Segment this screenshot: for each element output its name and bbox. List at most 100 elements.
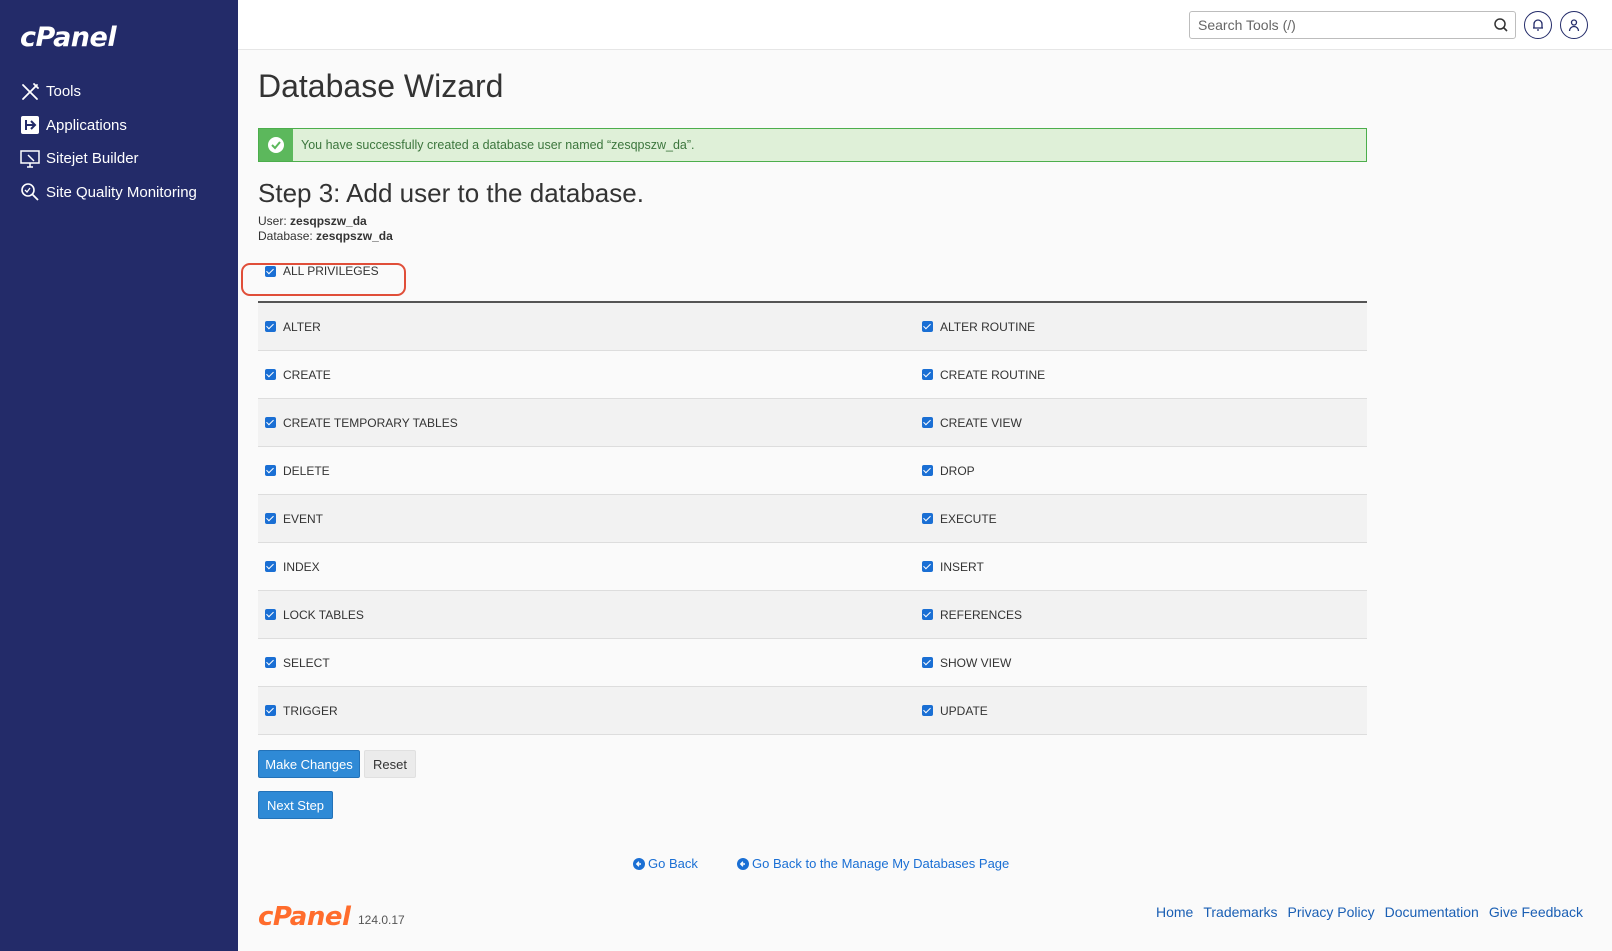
sitejet-icon — [19, 148, 41, 170]
privilege-option[interactable]: LOCK TABLES — [258, 608, 922, 622]
all-privileges-label: ALL PRIVILEGES — [283, 264, 379, 278]
sidebar-item-site-quality[interactable]: Site Quality Monitoring — [0, 176, 238, 210]
next-step-button[interactable]: Next Step — [258, 791, 333, 819]
privilege-label: SELECT — [283, 655, 330, 670]
privilege-row: INDEX INSERT — [258, 543, 1367, 591]
privilege-option[interactable]: REFERENCES — [922, 608, 1022, 622]
privilege-checkbox[interactable] — [265, 369, 276, 380]
search-icon[interactable] — [1493, 17, 1509, 33]
user-account-icon[interactable] — [1560, 11, 1588, 39]
privilege-row: EVENT EXECUTE — [258, 495, 1367, 543]
sidebar-item-sitejet[interactable]: Sitejet Builder — [0, 142, 238, 176]
privilege-option[interactable]: CREATE VIEW — [922, 416, 1022, 430]
success-alert: You have successfully created a database… — [258, 128, 1367, 162]
privilege-checkbox[interactable] — [265, 417, 276, 428]
sidebar-nav: Tools Applications Sitejet Builder Site … — [0, 75, 238, 209]
privilege-checkbox[interactable] — [265, 321, 276, 332]
privilege-option[interactable]: ALTER ROUTINE — [922, 320, 1035, 334]
database-value: zesqpszw_da — [316, 229, 393, 243]
privilege-checkbox[interactable] — [922, 417, 933, 428]
sidebar: cPanel Tools Applications Sitejet Builde… — [0, 0, 238, 951]
go-back-label: Go Back — [648, 856, 698, 871]
privilege-checkbox[interactable] — [265, 561, 276, 572]
privilege-label: CREATE TEMPORARY TABLES — [283, 415, 458, 430]
footer-link-documentation[interactable]: Documentation — [1385, 904, 1479, 920]
privilege-label: EXECUTE — [940, 511, 997, 526]
privilege-checkbox[interactable] — [922, 705, 933, 716]
privilege-checkbox[interactable] — [265, 465, 276, 476]
privilege-label: DELETE — [283, 463, 330, 478]
search-input[interactable] — [1190, 12, 1480, 38]
privilege-checkbox[interactable] — [265, 513, 276, 524]
privilege-option[interactable]: TRIGGER — [258, 704, 922, 718]
reset-button[interactable]: Reset — [364, 750, 416, 778]
privilege-option[interactable]: SHOW VIEW — [922, 656, 1011, 670]
sidebar-item-label: Site Quality Monitoring — [46, 183, 197, 201]
privilege-option[interactable]: DROP — [922, 464, 975, 478]
footer-link-home[interactable]: Home — [1156, 904, 1193, 920]
privilege-checkbox[interactable] — [922, 609, 933, 620]
sidebar-item-label: Tools — [46, 83, 82, 101]
footer-link-trademarks[interactable]: Trademarks — [1203, 904, 1277, 920]
privilege-checkbox[interactable] — [265, 705, 276, 716]
privilege-label: INSERT — [940, 559, 984, 574]
database-label: Database: — [258, 229, 313, 243]
notifications-bell-icon[interactable] — [1524, 11, 1552, 39]
make-changes-button[interactable]: Make Changes — [258, 750, 360, 778]
all-privileges-checkbox[interactable] — [265, 265, 276, 277]
go-back-manage-link[interactable]: Go Back to the Manage My Databases Page — [737, 856, 1009, 871]
privilege-option[interactable]: CREATE ROUTINE — [922, 368, 1045, 382]
privilege-option[interactable]: EVENT — [258, 512, 922, 526]
sidebar-item-label: Applications — [46, 116, 127, 134]
applications-icon — [19, 114, 41, 136]
privilege-row: ALTER ALTER ROUTINE — [258, 303, 1367, 351]
user-label: User: — [258, 214, 287, 228]
footer-link-feedback[interactable]: Give Feedback — [1489, 904, 1583, 920]
privilege-option[interactable]: CREATE TEMPORARY TABLES — [258, 416, 922, 430]
privilege-option[interactable]: UPDATE — [922, 704, 988, 718]
check-circle-icon — [259, 129, 293, 161]
cpanel-logo[interactable]: cPanel — [20, 22, 117, 53]
privilege-label: REFERENCES — [940, 607, 1023, 622]
sidebar-item-tools[interactable]: Tools — [0, 75, 238, 109]
version-label: 124.0.17 — [358, 913, 405, 927]
privilege-checkbox[interactable] — [922, 369, 933, 380]
privilege-label: CREATE ROUTINE — [940, 367, 1046, 382]
privilege-option[interactable]: INDEX — [258, 560, 922, 574]
all-privileges-option[interactable]: ALL PRIVILEGES — [258, 262, 379, 280]
privilege-label: DROP — [940, 463, 975, 478]
privilege-option[interactable]: ALTER — [258, 320, 922, 334]
privilege-checkbox[interactable] — [922, 561, 933, 572]
privilege-checkbox[interactable] — [265, 657, 276, 668]
privilege-option[interactable]: EXECUTE — [922, 512, 997, 526]
privilege-checkbox[interactable] — [922, 321, 933, 332]
privileges-grid: ALTER ALTER ROUTINE CREATE CREATE ROUTINE CR… — [258, 303, 1367, 735]
privilege-checkbox[interactable] — [922, 513, 933, 524]
privilege-option[interactable]: INSERT — [922, 560, 984, 574]
go-back-link[interactable]: Go Back — [633, 856, 698, 871]
privilege-checkbox[interactable] — [265, 609, 276, 620]
footer-link-privacy[interactable]: Privacy Policy — [1288, 904, 1375, 920]
privilege-label: ALTER ROUTINE — [940, 319, 1036, 334]
arrow-left-circle-icon — [737, 857, 749, 870]
privilege-label: EVENT — [283, 511, 324, 526]
user-value: zesqpszw_da — [290, 214, 367, 228]
privilege-row: SELECT SHOW VIEW — [258, 639, 1367, 687]
privilege-option[interactable]: SELECT — [258, 656, 922, 670]
page-title: Database Wizard — [258, 68, 504, 104]
privilege-row: LOCK TABLES REFERENCES — [258, 591, 1367, 639]
privilege-label: CREATE — [283, 367, 331, 382]
privilege-option[interactable]: CREATE — [258, 368, 922, 382]
step-title: Step 3: Add user to the database. — [258, 178, 644, 208]
alert-message: You have successfully created a database… — [301, 138, 695, 152]
sidebar-item-applications[interactable]: Applications — [0, 109, 238, 143]
privilege-checkbox[interactable] — [922, 657, 933, 668]
footer-cpanel-logo[interactable]: cPanel — [258, 902, 351, 932]
privilege-option[interactable]: DELETE — [258, 464, 922, 478]
magnifier-icon — [19, 181, 41, 203]
arrow-left-circle-icon — [633, 857, 645, 870]
privilege-label: CREATE VIEW — [940, 415, 1022, 430]
privilege-label: UPDATE — [940, 703, 988, 718]
privilege-label: SHOW VIEW — [940, 655, 1012, 670]
privilege-checkbox[interactable] — [922, 465, 933, 476]
